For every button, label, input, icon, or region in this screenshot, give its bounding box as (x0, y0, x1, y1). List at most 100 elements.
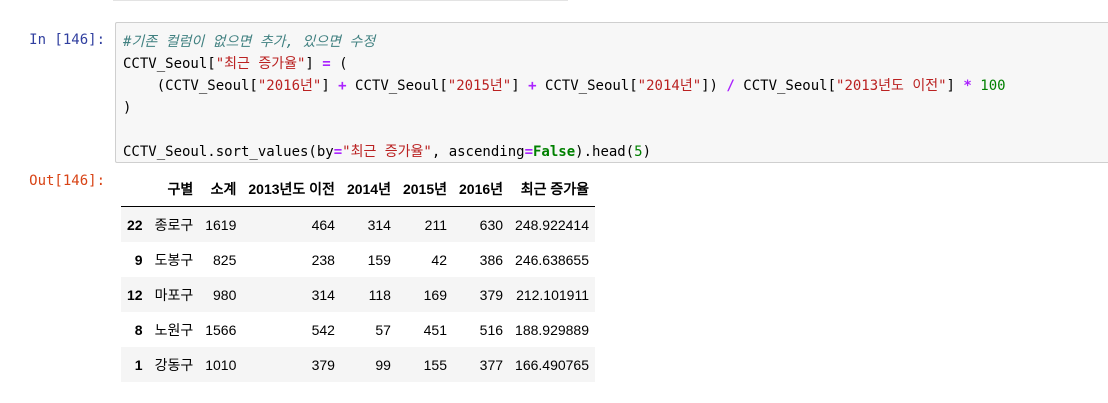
code-input-area[interactable]: #기존 컬럼이 없으면 추가, 있으면 수정 CCTV_Seoul["최근 증가율… (115, 22, 1108, 163)
row-index: 1 (134, 356, 143, 373)
table-cell: 188.929889 (515, 321, 589, 338)
column-header: 2016년 (453, 172, 510, 207)
output-area: 구별 소계 2013년도 이전 2014년 2015년 2016년 최근 증가율 22 종로구… (121, 172, 595, 382)
column-header: 2014년 (340, 172, 397, 207)
table-cell: 169 (423, 286, 447, 303)
code-token: CCTV_Seoul[ (346, 78, 448, 94)
code-token: ] (946, 78, 964, 94)
row-index: 9 (134, 251, 143, 268)
table-row: 1 강동구 1010 379 99 155 377 166.490765 (121, 347, 595, 382)
table-cell: 248.922414 (515, 216, 589, 233)
code-token: / (726, 78, 735, 94)
column-header: 최근 증가율 (509, 172, 595, 207)
code-token: 100 (980, 78, 1006, 94)
table-cell: 57 (375, 321, 391, 338)
input-prompt: In [146]: (29, 32, 105, 48)
table-cell: 212.101911 (516, 286, 589, 303)
code-token: "최근 증가율" (342, 144, 432, 160)
output-prompt: Out[146]: (29, 173, 105, 189)
table-cell: 314 (311, 286, 335, 303)
row-index: 22 (127, 216, 143, 233)
code-token: ).head( (575, 144, 635, 160)
table-cell: 1566 (205, 321, 237, 338)
table-cell: 464 (311, 216, 335, 233)
table-cell: 종로구 (154, 216, 194, 233)
code-token: "최근 증가율" (215, 56, 306, 72)
table-cell: 630 (479, 216, 504, 233)
code-token: ] (511, 78, 529, 94)
code-token: ) (642, 144, 652, 160)
table-cell: 1619 (205, 216, 237, 233)
column-header: 소계 (199, 172, 243, 207)
table-cell: 도봉구 (154, 251, 194, 268)
code-line: ) (123, 97, 1108, 119)
table-cell: 238 (311, 251, 335, 268)
code-token: CCTV_Seoul[ (734, 78, 837, 94)
table-cell: 211 (424, 216, 447, 233)
table-cell: 마포구 (154, 286, 194, 303)
table-cell: 379 (479, 286, 504, 303)
code-token: "2016년" (257, 78, 322, 94)
table-cell: 314 (367, 216, 391, 233)
table-cell: 379 (311, 356, 335, 373)
code-token: 5 (634, 144, 643, 160)
code-token: = (333, 144, 343, 160)
table-cell: 99 (375, 356, 391, 373)
table-cell: 159 (367, 251, 391, 268)
table-cell: 386 (479, 251, 504, 268)
code-token: "2014년" (637, 78, 702, 94)
table-cell: 155 (423, 356, 447, 373)
code-editor[interactable]: #기존 컬럼이 없으면 추가, 있으면 수정 CCTV_Seoul["최근 증가율… (116, 23, 1108, 162)
table-cell: 42 (431, 251, 447, 268)
table-cell: 542 (311, 321, 335, 338)
row-index: 12 (127, 286, 143, 303)
table-cell: 451 (423, 321, 447, 338)
column-header: 2013년도 이전 (242, 172, 341, 207)
table-header-row: 구별 소계 2013년도 이전 2014년 2015년 2016년 최근 증가율 (121, 172, 595, 207)
code-token: ] (321, 78, 339, 94)
code-token: + (528, 78, 537, 94)
code-token: CCTV_Seoul[ (536, 78, 638, 94)
dataframe-table: 구별 소계 2013년도 이전 2014년 2015년 2016년 최근 증가율 22 종로구… (121, 172, 595, 382)
code-token: CCTV_Seoul[ (123, 56, 216, 72)
code-line: #기존 컬럼이 없으면 추가, 있으면 수정 (123, 31, 1108, 53)
code-token: #기존 컬럼이 없으면 추가, 있으면 수정 (123, 34, 376, 50)
code-token: ) (123, 100, 132, 116)
code-line: (CCTV_Seoul["2016년"] + CCTV_Seoul["2015년… (123, 75, 1108, 97)
table-cell: 1010 (205, 356, 237, 373)
table-row: 8 노원구 1566 542 57 451 516 188.929889 (121, 312, 595, 347)
code-token: "2015년" (447, 78, 512, 94)
table-cell: 825 (213, 251, 237, 268)
row-index: 8 (134, 321, 143, 338)
table-cell: 118 (368, 286, 391, 303)
code-token: ]) (701, 78, 727, 94)
column-header: 구별 (148, 172, 200, 207)
code-token: * (963, 78, 972, 94)
table-row: 12 마포구 980 314 118 169 379 212.101911 (121, 277, 595, 312)
code-line: CCTV_Seoul["최근 증가율"] = ( (123, 53, 1108, 75)
table-cell: 377 (479, 356, 504, 373)
table-body: 22 종로구 1619 464 314 211 630 248.922414 9 도봉구 825 23… (121, 206, 595, 382)
code-token: ] (305, 56, 323, 72)
table-cell: 516 (479, 321, 504, 338)
code-token: (CCTV_Seoul[ (123, 78, 258, 94)
table-row: 22 종로구 1619 464 314 211 630 248.922414 (121, 206, 595, 242)
table-row: 9 도봉구 825 238 159 42 386 246.638655 (121, 242, 595, 277)
code-token: + (338, 78, 347, 94)
code-token: = (322, 56, 331, 72)
column-header: 2015년 (396, 172, 453, 207)
table-cell: 980 (213, 286, 237, 303)
table-cell: 246.638655 (515, 251, 589, 268)
table-cell: 노원구 (154, 321, 194, 338)
code-token: CCTV_Seoul.sort_values(by (123, 144, 334, 160)
index-header (121, 172, 149, 207)
table-cell: 강동구 (154, 356, 194, 373)
previous-cell-border (113, 0, 568, 1)
table-cell: 166.490765 (515, 356, 589, 373)
code-token: "2013년도 이전" (836, 78, 947, 94)
code-token: , ascending (431, 144, 525, 160)
code-token: ( (330, 56, 348, 72)
code-line: CCTV_Seoul.sort_values(by="최근 증가율", asce… (123, 141, 1108, 162)
code-token: False (533, 144, 576, 160)
